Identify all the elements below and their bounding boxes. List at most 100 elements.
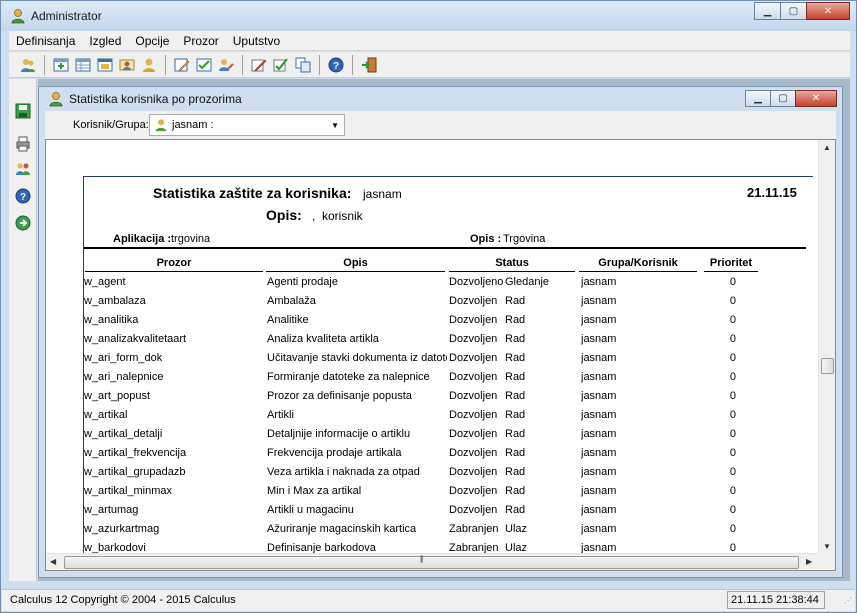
cell-prozor: w_artikal_grupadazb [84,466,186,478]
cell-grupa: jasnam [581,371,617,383]
cell-prioritet: 0 [729,295,736,307]
cell-prozor: w_artikal_detalji [84,428,163,440]
resize-grip-icon[interactable]: ⋰ [844,596,852,605]
maximize-icon: ▢ [788,5,799,17]
side-users-button[interactable] [13,159,33,179]
child-minimize-button[interactable]: ▁ [745,90,771,107]
arrow-right-icon [15,215,31,231]
horizontal-scrollbar[interactable]: ◀ ||| ▶ [46,553,835,570]
cell-prioritet: 0 [729,371,736,383]
cell-opis: Učitavanje stavki dokumenta iz datote [267,352,447,364]
toolbar-separator [44,54,45,75]
cell-status: Dozvoljen [449,466,498,478]
cell-prozor: w_artumag [84,504,139,516]
cell-prioritet: 0 [729,466,736,478]
app-window: Administrator ▁ ▢ ✕ Definisanja Izgled O… [0,0,857,613]
side-save-button[interactable] [13,101,33,121]
print-icon [16,136,30,152]
user-icon [155,119,167,132]
cell-pristup: Gledanje [505,276,550,288]
minimize-button[interactable]: ▁ [754,2,781,20]
toolbar-edit-form-button[interactable] [171,54,193,76]
checklist-icon [196,58,212,71]
cell-grupa: jasnam [581,390,617,402]
menu-bar: Definisanja Izgled Opcije Prozor Uputstv… [9,31,850,51]
toolbar-user-button[interactable] [138,54,160,76]
close-icon: ✕ [811,93,821,104]
toolbar-add-table-button[interactable] [50,54,72,76]
side-toolbar: ? [9,79,37,581]
scroll-right-icon[interactable]: ▶ [806,557,812,566]
table-row: w_ari_nalepnice Formiranje datoteke za na… [84,369,804,388]
window-titlebar[interactable]: Administrator ▁ ▢ ✕ [1,1,856,31]
side-help-button[interactable]: ? [13,186,33,206]
cell-status: Dozvoljen [449,409,498,421]
toolbar-group-button[interactable] [116,54,138,76]
toolbar-separator [352,54,353,75]
cell-opis: Agenti prodaje [267,276,338,288]
toolbar-copy-button[interactable] [292,54,314,76]
vertical-scroll-thumb[interactable] [821,358,834,374]
cell-status: Dozvoljen [449,314,498,326]
filter-label: Korisnik/Grupa: [73,119,149,131]
minimize-icon: ▁ [763,5,772,17]
toolbar-table-button[interactable] [72,54,94,76]
toolbar-exit-button[interactable] [358,54,380,76]
column-header-opis: Opis [266,257,445,272]
approve-icon [273,57,288,71]
cell-pristup: Rad [505,428,526,440]
cell-status: Dozvoljen [449,352,498,364]
vertical-scrollbar[interactable]: ▲ ▼ [818,140,835,554]
cell-pristup: Rad [505,295,526,307]
menu-prozor[interactable]: Prozor [176,34,225,48]
toolbar: ? [9,52,850,78]
maximize-button[interactable]: ▢ [780,2,807,20]
close-button[interactable]: ✕ [806,2,850,20]
scroll-left-icon[interactable]: ◀ [50,557,56,566]
mdi-workspace: Statistika korisnika po prozorima ▁ ▢ ✕ … [38,79,850,581]
child-close-button[interactable]: ✕ [795,90,837,107]
cell-pristup: Rad [505,333,526,345]
user-group-dropdown[interactable]: jasnam : ▼ [149,114,345,136]
table-row: w_art_popust Prozor za definisanje popust… [84,388,804,407]
toolbar-approve-button[interactable] [270,54,292,76]
menu-opcije[interactable]: Opcije [128,34,176,48]
toolbar-checklist-button[interactable] [193,54,215,76]
menu-definisanja[interactable]: Definisanja [9,34,82,48]
cell-prioritet: 0 [729,314,736,326]
cell-prozor: w_art_popust [84,390,151,402]
maximize-icon: ▢ [778,93,788,104]
report-user: jasnam [363,187,402,201]
user-icon [49,92,63,107]
cell-grupa: jasnam [581,428,617,440]
toolbar-pencil-button[interactable] [248,54,270,76]
status-datetime: 21.11.15 21:38:44 [727,591,825,609]
cell-status: Dozvoljeno [449,276,504,288]
toolbar-help-button[interactable]: ? [325,54,347,76]
side-print-button[interactable] [13,134,33,154]
column-header-prioritet: Prioritet [704,257,758,272]
cell-status: Dozvoljen [449,447,498,459]
cell-opis: Artikli [267,409,294,421]
table-icon [75,58,91,71]
horizontal-scroll-thumb[interactable] [64,556,799,569]
toolbar-users-button[interactable] [17,54,39,76]
child-titlebar[interactable]: Statistika korisnika po prozorima ▁ ▢ ✕ [39,87,842,111]
cell-grupa: jasnam [581,352,617,364]
cell-status: Dozvoljen [449,371,498,383]
scroll-down-icon[interactable]: ▼ [823,542,831,551]
toolbar-window-button[interactable] [94,54,116,76]
window-title: Administrator [31,9,102,23]
toolbar-user-edit-button[interactable] [215,54,237,76]
side-go-button[interactable] [13,213,33,233]
cell-prozor: w_agent [84,276,126,288]
cell-opis: Formiranje datoteke za nalepnice [267,371,430,383]
scroll-up-icon[interactable]: ▲ [823,143,831,152]
report-viewer[interactable]: Statistika zaštite za korisnika: jasnam … [45,139,836,571]
child-maximize-button[interactable]: ▢ [770,90,796,107]
menu-uputstvo[interactable]: Uputstvo [226,34,287,48]
cell-opis: Frekvencija prodaje artikala [267,447,402,459]
menu-izgled[interactable]: Izgled [82,34,128,48]
cell-prioritet: 0 [729,333,736,345]
cell-grupa: jasnam [581,447,617,459]
